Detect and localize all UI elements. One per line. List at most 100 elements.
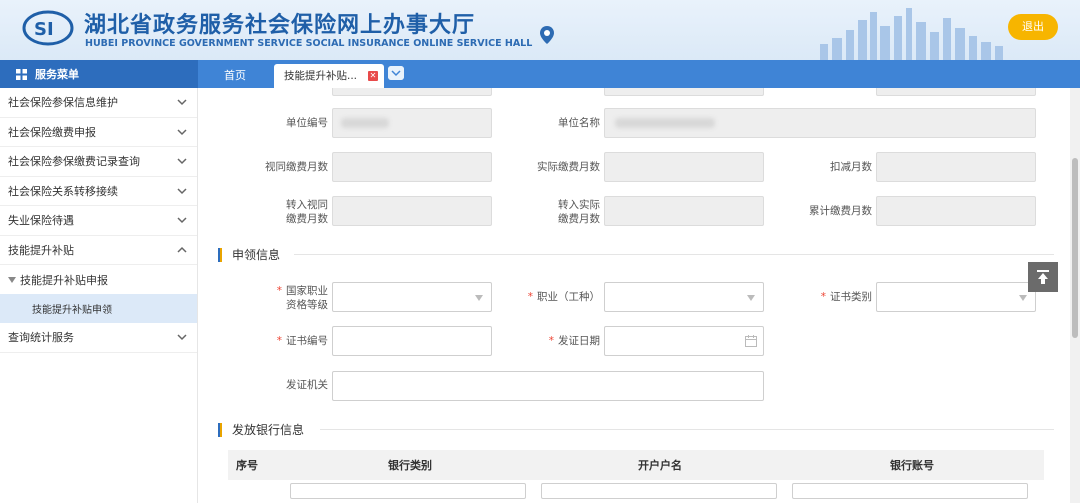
deduct-months-field xyxy=(876,152,1036,182)
sidebar-subitem-label: 技能提升补贴申报 xyxy=(20,273,108,287)
header: SI 湖北省政务服务社会保险网上办事大厅 HUBEI PROVINCE GOVE… xyxy=(0,0,1080,60)
tab-menu-icon[interactable] xyxy=(388,66,404,80)
svg-text:SI: SI xyxy=(34,19,54,40)
back-to-top-button[interactable] xyxy=(1028,262,1058,292)
grid-menu-icon xyxy=(16,68,27,80)
issue-date-label: * 发证日期 xyxy=(508,334,600,348)
deemed-months-field xyxy=(332,152,492,182)
cert-no-input[interactable] xyxy=(332,326,492,356)
required-mark: * xyxy=(527,291,533,303)
qualification-select[interactable] xyxy=(332,282,492,312)
label-line: * 国家职业 xyxy=(238,284,328,298)
occupation-label: * 职业（工种） xyxy=(508,290,600,304)
label-line: 缴费月数 xyxy=(286,213,328,225)
required-mark: * xyxy=(276,285,282,297)
unit-name-label: 单位名称 xyxy=(558,117,600,129)
section-title: 申领信息 xyxy=(232,248,281,262)
section-marker xyxy=(218,422,222,437)
sidebar-item-label: 社会保险关系转移接续 xyxy=(8,184,118,198)
label-text: 证书编号 xyxy=(286,335,328,347)
arrow-up-icon xyxy=(1037,270,1049,284)
sidebar-item-statistics[interactable]: 查询统计服务 xyxy=(0,323,197,353)
transfer-actual-label: 转入实际 缴费月数 xyxy=(508,198,600,226)
cert-type-label: * 证书类别 xyxy=(780,290,872,304)
bank-table-header: 序号 银行类别 开户户名 银行账号 xyxy=(228,450,1044,480)
total-months-label: 累计缴费月数 xyxy=(809,205,872,217)
tab-skill-subsidy[interactable]: 技能提升补贴... ✕ xyxy=(274,64,384,88)
transfer-deemed-field xyxy=(332,196,492,226)
sidebar-leaf-skill-apply[interactable]: 技能提升补贴申领 xyxy=(0,294,197,323)
bank-type-input[interactable] xyxy=(290,483,526,499)
issue-date-input[interactable] xyxy=(604,326,764,356)
dropdown-arrow-icon xyxy=(1019,295,1027,301)
close-icon[interactable]: ✕ xyxy=(368,71,378,81)
tab-skill-subsidy-label: 技能提升补贴... xyxy=(284,70,358,82)
sidebar-item-skill-subsidy[interactable]: 技能提升补贴 xyxy=(0,236,197,265)
qualification-label: * 国家职业 资格等级 xyxy=(238,284,328,312)
sidebar-item-payment-declare[interactable]: 社会保险缴费申报 xyxy=(0,118,197,147)
service-menu-title: 服务菜单 xyxy=(0,60,198,88)
total-months-field xyxy=(876,196,1036,226)
tab-home[interactable]: 首页 xyxy=(212,64,258,88)
label-text: 发证日期 xyxy=(558,335,600,347)
issuer-input[interactable] xyxy=(332,371,764,401)
chevron-down-icon xyxy=(177,99,187,106)
unit-no-field xyxy=(332,108,492,138)
dropdown-arrow-icon xyxy=(475,295,483,301)
actual-months-field xyxy=(604,152,764,182)
actual-months-label: 实际缴费月数 xyxy=(537,161,600,173)
sidebar: 社会保险参保信息维护 社会保险缴费申报 社会保险参保缴费记录查询 社会保险关系转… xyxy=(0,88,198,503)
table-header-bank-type: 银行类别 xyxy=(388,459,432,472)
label-line: 缴费月数 xyxy=(558,213,600,225)
table-header-index: 序号 xyxy=(236,459,258,472)
section-divider xyxy=(320,429,1054,430)
cert-type-select[interactable] xyxy=(876,282,1036,312)
account-no-input[interactable] xyxy=(792,483,1028,499)
vertical-scrollbar[interactable] xyxy=(1070,88,1080,503)
account-name-input[interactable] xyxy=(541,483,777,499)
site-title: 湖北省政务服务社会保险网上办事大厅 xyxy=(84,13,476,38)
scrollbar-thumb[interactable] xyxy=(1072,158,1078,338)
sidebar-item-label: 社会保险参保缴费记录查询 xyxy=(8,155,140,169)
sidebar-item-label: 查询统计服务 xyxy=(8,331,74,345)
section-marker xyxy=(218,247,222,262)
required-mark: * xyxy=(276,335,282,347)
calendar-icon[interactable] xyxy=(745,335,757,347)
bank-info-section: 发放银行信息 xyxy=(218,421,304,438)
site-subtitle: HUBEI PROVINCE GOVERNMENT SERVICE SOCIAL… xyxy=(85,38,533,49)
nav-bar: 服务菜单 首页 技能提升补贴... ✕ xyxy=(0,60,1080,88)
occupation-select[interactable] xyxy=(604,282,764,312)
sidebar-item-unemployment[interactable]: 失业保险待遇 xyxy=(0,206,197,236)
main-content: 单位编号 单位名称 视同缴费月数 实际缴费月数 扣减月数 转入视同 缴费月数 转… xyxy=(198,88,1068,503)
logout-button[interactable]: 退出 xyxy=(1008,14,1058,40)
sidebar-item-label: 技能提升补贴 xyxy=(8,243,74,257)
redacted-value xyxy=(615,118,715,128)
sidebar-item-label: 失业保险待遇 xyxy=(8,214,74,228)
readonly-field-top-3 xyxy=(876,88,1036,96)
sidebar-subitem-skill-declare[interactable]: 技能提升补贴申报 xyxy=(0,265,197,294)
label-text: 国家职业 xyxy=(286,285,328,297)
transfer-deemed-label: 转入视同 缴费月数 xyxy=(238,198,328,226)
section-divider xyxy=(294,254,1054,255)
sidebar-item-insurance-info[interactable]: 社会保险参保信息维护 xyxy=(0,88,197,118)
label-line: 资格等级 xyxy=(286,299,328,311)
readonly-field-top-2 xyxy=(604,88,764,96)
unit-name-field xyxy=(604,108,1036,138)
apply-info-section: 申领信息 xyxy=(218,246,280,263)
chevron-down-icon xyxy=(177,217,187,224)
sidebar-item-payment-query[interactable]: 社会保险参保缴费记录查询 xyxy=(0,147,197,177)
redacted-value xyxy=(341,118,389,128)
issuer-label: 发证机关 xyxy=(286,379,328,391)
table-header-account-name: 开户户名 xyxy=(638,459,682,472)
table-header-account-no: 银行账号 xyxy=(890,459,934,472)
location-pin-icon xyxy=(540,26,554,44)
deduct-months-label: 扣减月数 xyxy=(830,161,872,173)
required-mark: * xyxy=(548,335,554,347)
cert-no-label: * 证书编号 xyxy=(238,334,328,348)
sidebar-item-transfer[interactable]: 社会保险关系转移接续 xyxy=(0,177,197,206)
chevron-down-icon xyxy=(177,128,187,135)
city-skyline-image xyxy=(820,8,1003,60)
section-title: 发放银行信息 xyxy=(232,423,305,437)
chevron-down-icon xyxy=(177,334,187,341)
label-line: 转入视同 xyxy=(286,199,328,211)
